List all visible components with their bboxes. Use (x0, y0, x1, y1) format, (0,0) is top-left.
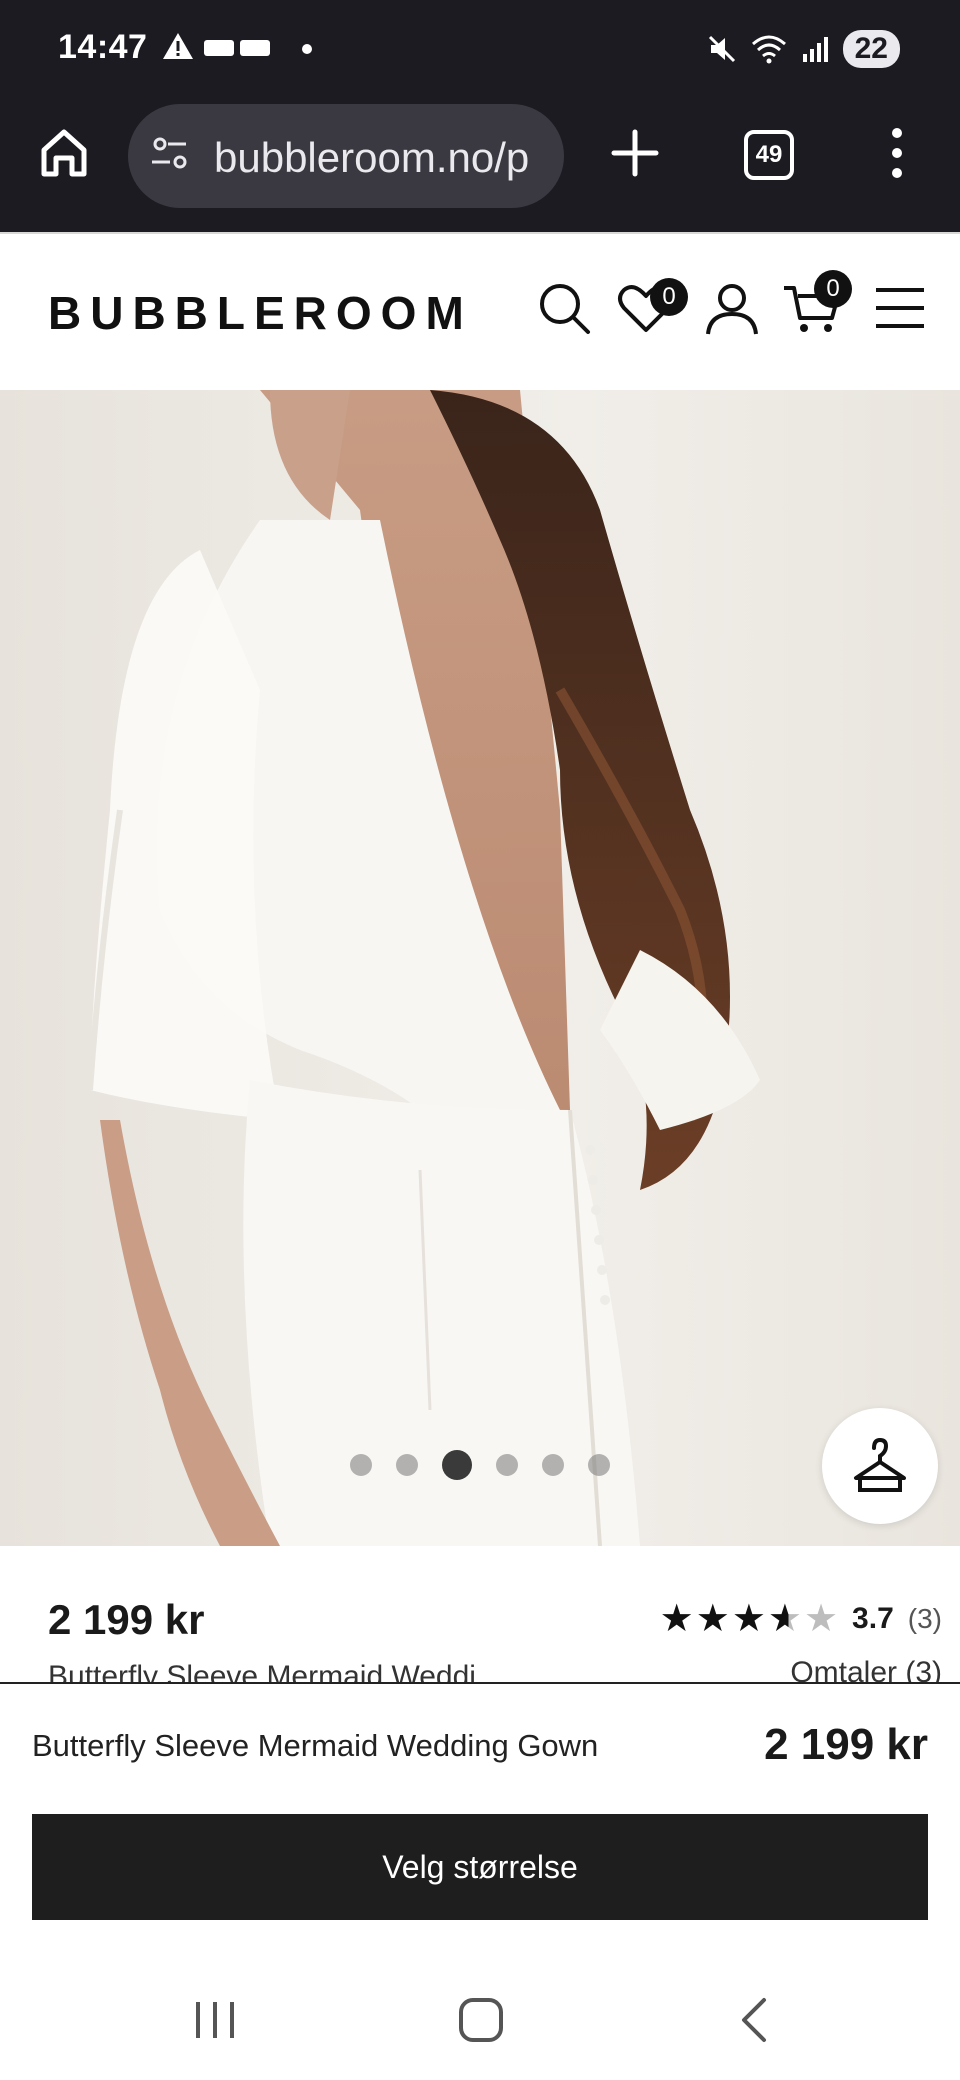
product-info: 2 199 kr ★ ★ ★ ★ ★ 3.7 (3) Butterfly Sleeve … (0, 1546, 960, 1682)
gallery-pagination (0, 1450, 960, 1480)
fit-guide-button[interactable] (822, 1408, 938, 1524)
home-icon[interactable] (36, 124, 92, 180)
tab-switcher-button[interactable]: 49 (744, 130, 794, 180)
rating-value: 3.7 (852, 1601, 894, 1635)
wishlist-count-badge: 0 (650, 278, 688, 316)
rating-count: (3) (907, 1602, 942, 1634)
more-notifications-dot (302, 44, 312, 54)
star-icon: ★ (731, 1598, 766, 1640)
star-icon: ★ (803, 1598, 839, 1640)
address-bar[interactable]: bubbleroom.no/p (128, 104, 564, 208)
mute-icon (708, 35, 735, 63)
plus-icon[interactable] (606, 124, 664, 182)
hanger-icon (854, 1437, 906, 1492)
gallery-dot[interactable] (588, 1454, 610, 1476)
search-icon[interactable] (534, 278, 594, 338)
status-bar: 14:47 22 (0, 0, 960, 96)
star-icon: ★ (659, 1598, 694, 1640)
status-time: 14:47 (58, 28, 148, 66)
browser-chrome: 14:47 22 bubbleroom.no/p 49 (0, 0, 960, 232)
back-icon[interactable] (730, 1994, 780, 2046)
product-title: Butterfly Sleeve Mermaid Weddi... (48, 1660, 501, 1682)
cart-count-badge: 0 (814, 270, 852, 308)
gallery-dot[interactable] (496, 1454, 518, 1476)
star-icon: ★ (767, 1598, 802, 1640)
site-header: BUBBLEROOM 0 0 (0, 232, 960, 390)
notification-icons (204, 40, 270, 56)
reviews-link[interactable]: Omtaler (3) (790, 1656, 942, 1682)
user-icon[interactable] (702, 278, 762, 338)
sticky-purchase-bar: Butterfly Sleeve Mermaid Wedding Gown 2 … (0, 1682, 960, 1972)
system-navigation-bar (0, 1972, 960, 2080)
site-info-icon[interactable] (148, 132, 192, 176)
gallery-dot[interactable] (396, 1454, 418, 1476)
notification-icon (204, 40, 234, 56)
product-rating[interactable]: ★ ★ ★ ★ ★ 3.7 (3) (660, 1596, 942, 1641)
home-nav-icon[interactable] (456, 1994, 506, 2046)
product-image-gallery[interactable] (0, 390, 960, 1546)
more-vertical-icon[interactable] (882, 124, 912, 182)
brand-logo[interactable]: BUBBLEROOM (48, 286, 473, 340)
battery-indicator: 22 (842, 30, 900, 68)
star-icon: ★ (695, 1598, 730, 1640)
sticky-product-title: Butterfly Sleeve Mermaid Wedding Gown (32, 1728, 599, 1763)
product-image[interactable] (0, 390, 960, 1546)
product-price: 2 199 kr (48, 1596, 205, 1643)
rating-stars: ★ ★ ★ ★ ★ (660, 1596, 838, 1641)
signal-icon (802, 37, 828, 62)
notification-icon (240, 40, 270, 56)
gallery-dot[interactable] (442, 1450, 472, 1480)
browser-toolbar: bubbleroom.no/p 49 (0, 96, 960, 232)
system-indicators: 22 (707, 30, 900, 68)
warning-icon (163, 33, 193, 59)
select-size-button[interactable]: Velg størrelse (32, 1814, 928, 1920)
hamburger-icon[interactable] (872, 278, 932, 338)
url-text[interactable]: bubbleroom.no/p (214, 134, 554, 182)
gallery-dot[interactable] (542, 1454, 564, 1476)
sticky-product-price: 2 199 kr (764, 1720, 928, 1769)
gallery-dot[interactable] (350, 1454, 372, 1476)
wifi-icon (751, 35, 786, 64)
recent-apps-icon[interactable] (190, 1994, 240, 2046)
